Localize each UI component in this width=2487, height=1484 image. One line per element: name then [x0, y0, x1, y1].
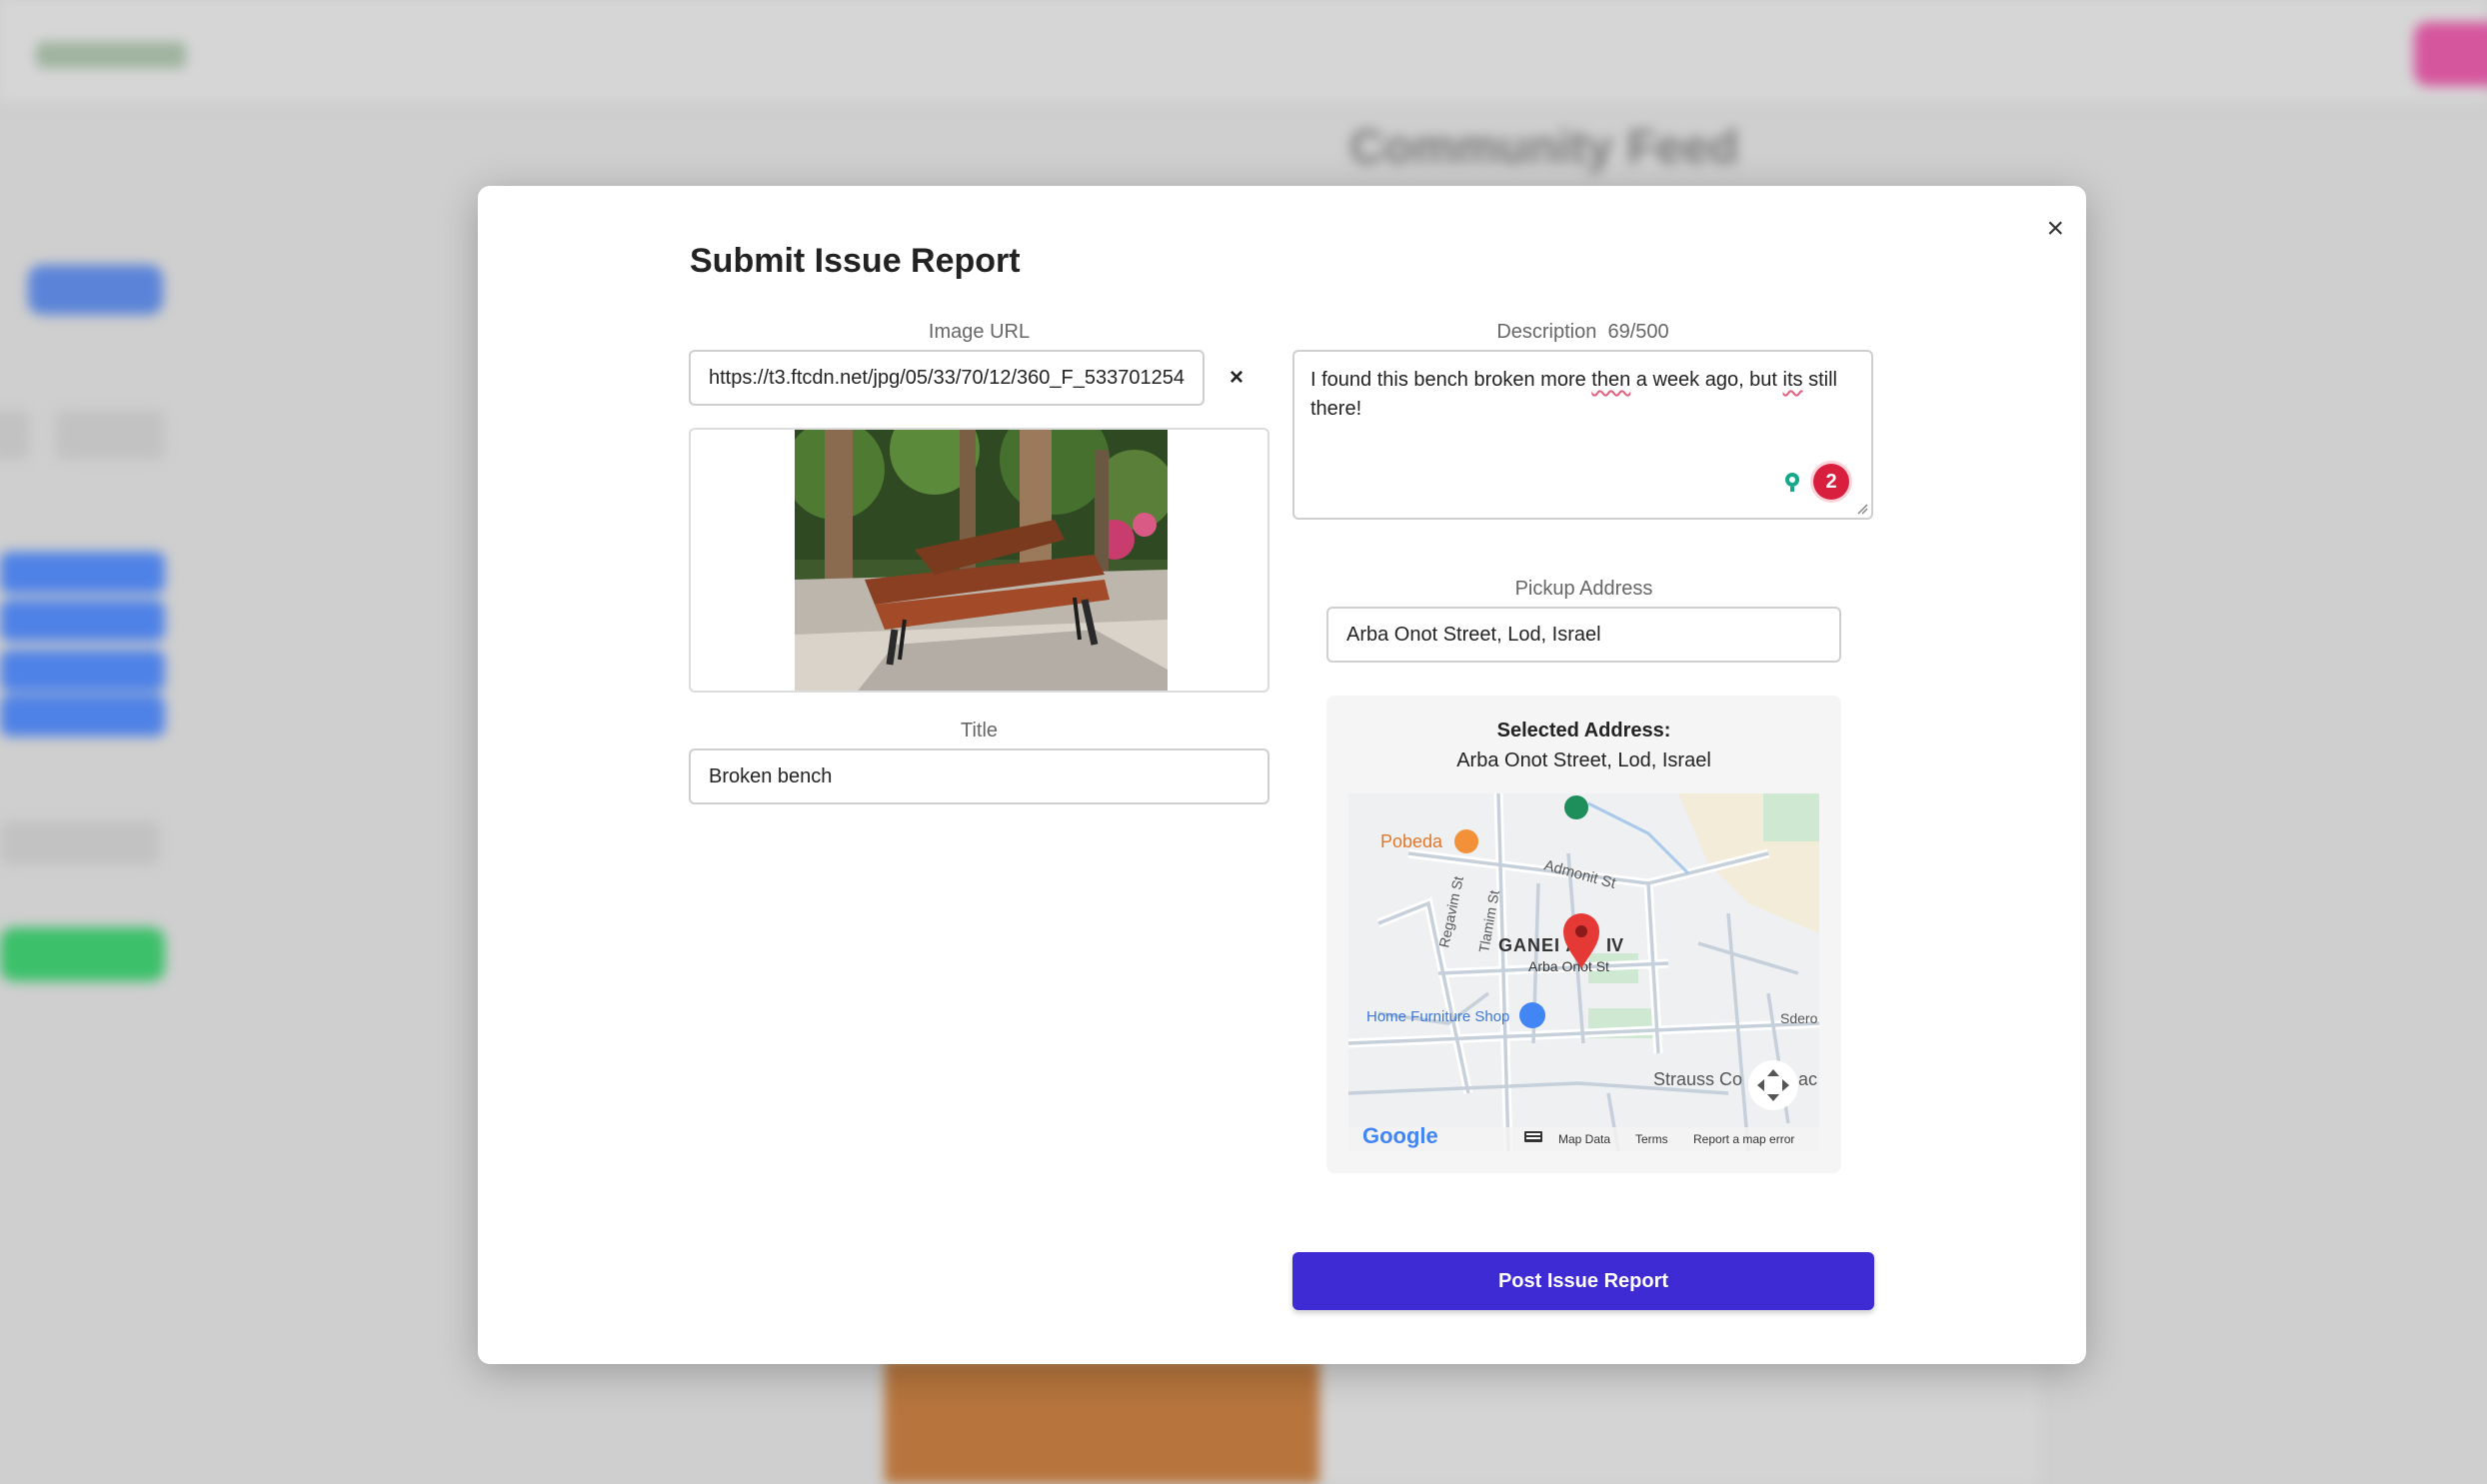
- selected-address-text: Arba Onot Street, Lod, Israel: [1456, 749, 1711, 771]
- pickup-address-label: Pickup Address: [1514, 578, 1653, 600]
- title-input[interactable]: Broken bench: [689, 748, 1269, 804]
- map-fullscreen-control[interactable]: [1748, 1060, 1798, 1110]
- map-label-pobeda: Pobeda: [1380, 831, 1443, 851]
- app-logo: [36, 42, 186, 68]
- submit-issue-modal: × Submit Issue Report Image URL https://…: [478, 186, 2086, 1364]
- map-label-furniture-shop: Home Furniture Shop: [1366, 1008, 1509, 1025]
- map-label-ganei-end: IV: [1606, 935, 1623, 955]
- spelling-error[interactable]: then: [1591, 369, 1630, 391]
- description-label: Description 69/500: [1496, 321, 1669, 343]
- background-filter: [0, 650, 165, 692]
- selected-address-heading: Selected Address:: [1496, 720, 1671, 742]
- spelling-error[interactable]: its: [1783, 369, 1803, 391]
- app-header: [0, 0, 2487, 105]
- clear-image-url-button[interactable]: ×: [1230, 364, 1244, 392]
- title-label: Title: [960, 720, 999, 742]
- close-modal-button[interactable]: ×: [2046, 214, 2064, 244]
- header-action-button: [2414, 22, 2487, 86]
- google-map[interactable]: Pobeda Admonit St Regavim St Tlamim St G…: [1348, 793, 1819, 1151]
- map-label-arba-onot: Arba Onot St: [1528, 958, 1609, 974]
- background-filter: [0, 695, 165, 737]
- broken-bench-image: [795, 430, 1168, 691]
- image-url-input[interactable]: https://t3.ftcdn.net/jpg/05/33/70/12/360…: [689, 350, 1205, 406]
- background-filter: [0, 600, 165, 642]
- map-label-strauss-end: ac: [1798, 1069, 1817, 1089]
- background-page-title: Community Feed: [1349, 121, 1739, 174]
- background-chip: [55, 410, 165, 460]
- description-textarea[interactable]: I found this bench broken more then a we…: [1292, 350, 1873, 520]
- keyboard-shortcuts-icon[interactable]: [1524, 1131, 1542, 1142]
- resize-handle-icon[interactable]: [1856, 503, 1868, 515]
- background-button: [28, 265, 163, 315]
- grammar-checker-widget[interactable]: 2: [1777, 464, 1849, 500]
- background-chip: [0, 410, 30, 460]
- post-issue-report-button[interactable]: Post Issue Report: [1292, 1252, 1874, 1310]
- modal-title: Submit Issue Report: [690, 242, 1021, 280]
- map-data-link[interactable]: Map Data: [1558, 1132, 1610, 1146]
- map-terms-link[interactable]: Terms: [1635, 1132, 1668, 1146]
- background-green-button: [0, 927, 165, 981]
- background-post-image: [885, 1359, 1344, 1484]
- selected-address-panel: Selected Address: Arba Onot Street, Lod,…: [1326, 696, 1841, 1173]
- pickup-address-input[interactable]: Arba Onot Street, Lod, Israel: [1326, 607, 1841, 663]
- image-preview: [689, 428, 1269, 693]
- report-map-error-link[interactable]: Report a map error: [1693, 1132, 1794, 1146]
- background-select: [0, 821, 160, 865]
- description-counter: 69/500: [1607, 321, 1669, 343]
- grammar-bulb-icon[interactable]: [1777, 467, 1807, 497]
- image-url-label: Image URL: [928, 321, 1031, 343]
- background-filter: [0, 552, 165, 594]
- google-logo: Google: [1362, 1123, 1438, 1148]
- map-label-strauss: Strauss Co: [1653, 1069, 1742, 1089]
- grammar-issue-count-badge[interactable]: 2: [1813, 464, 1849, 500]
- map-label-sderot: Sdero: [1780, 1010, 1818, 1026]
